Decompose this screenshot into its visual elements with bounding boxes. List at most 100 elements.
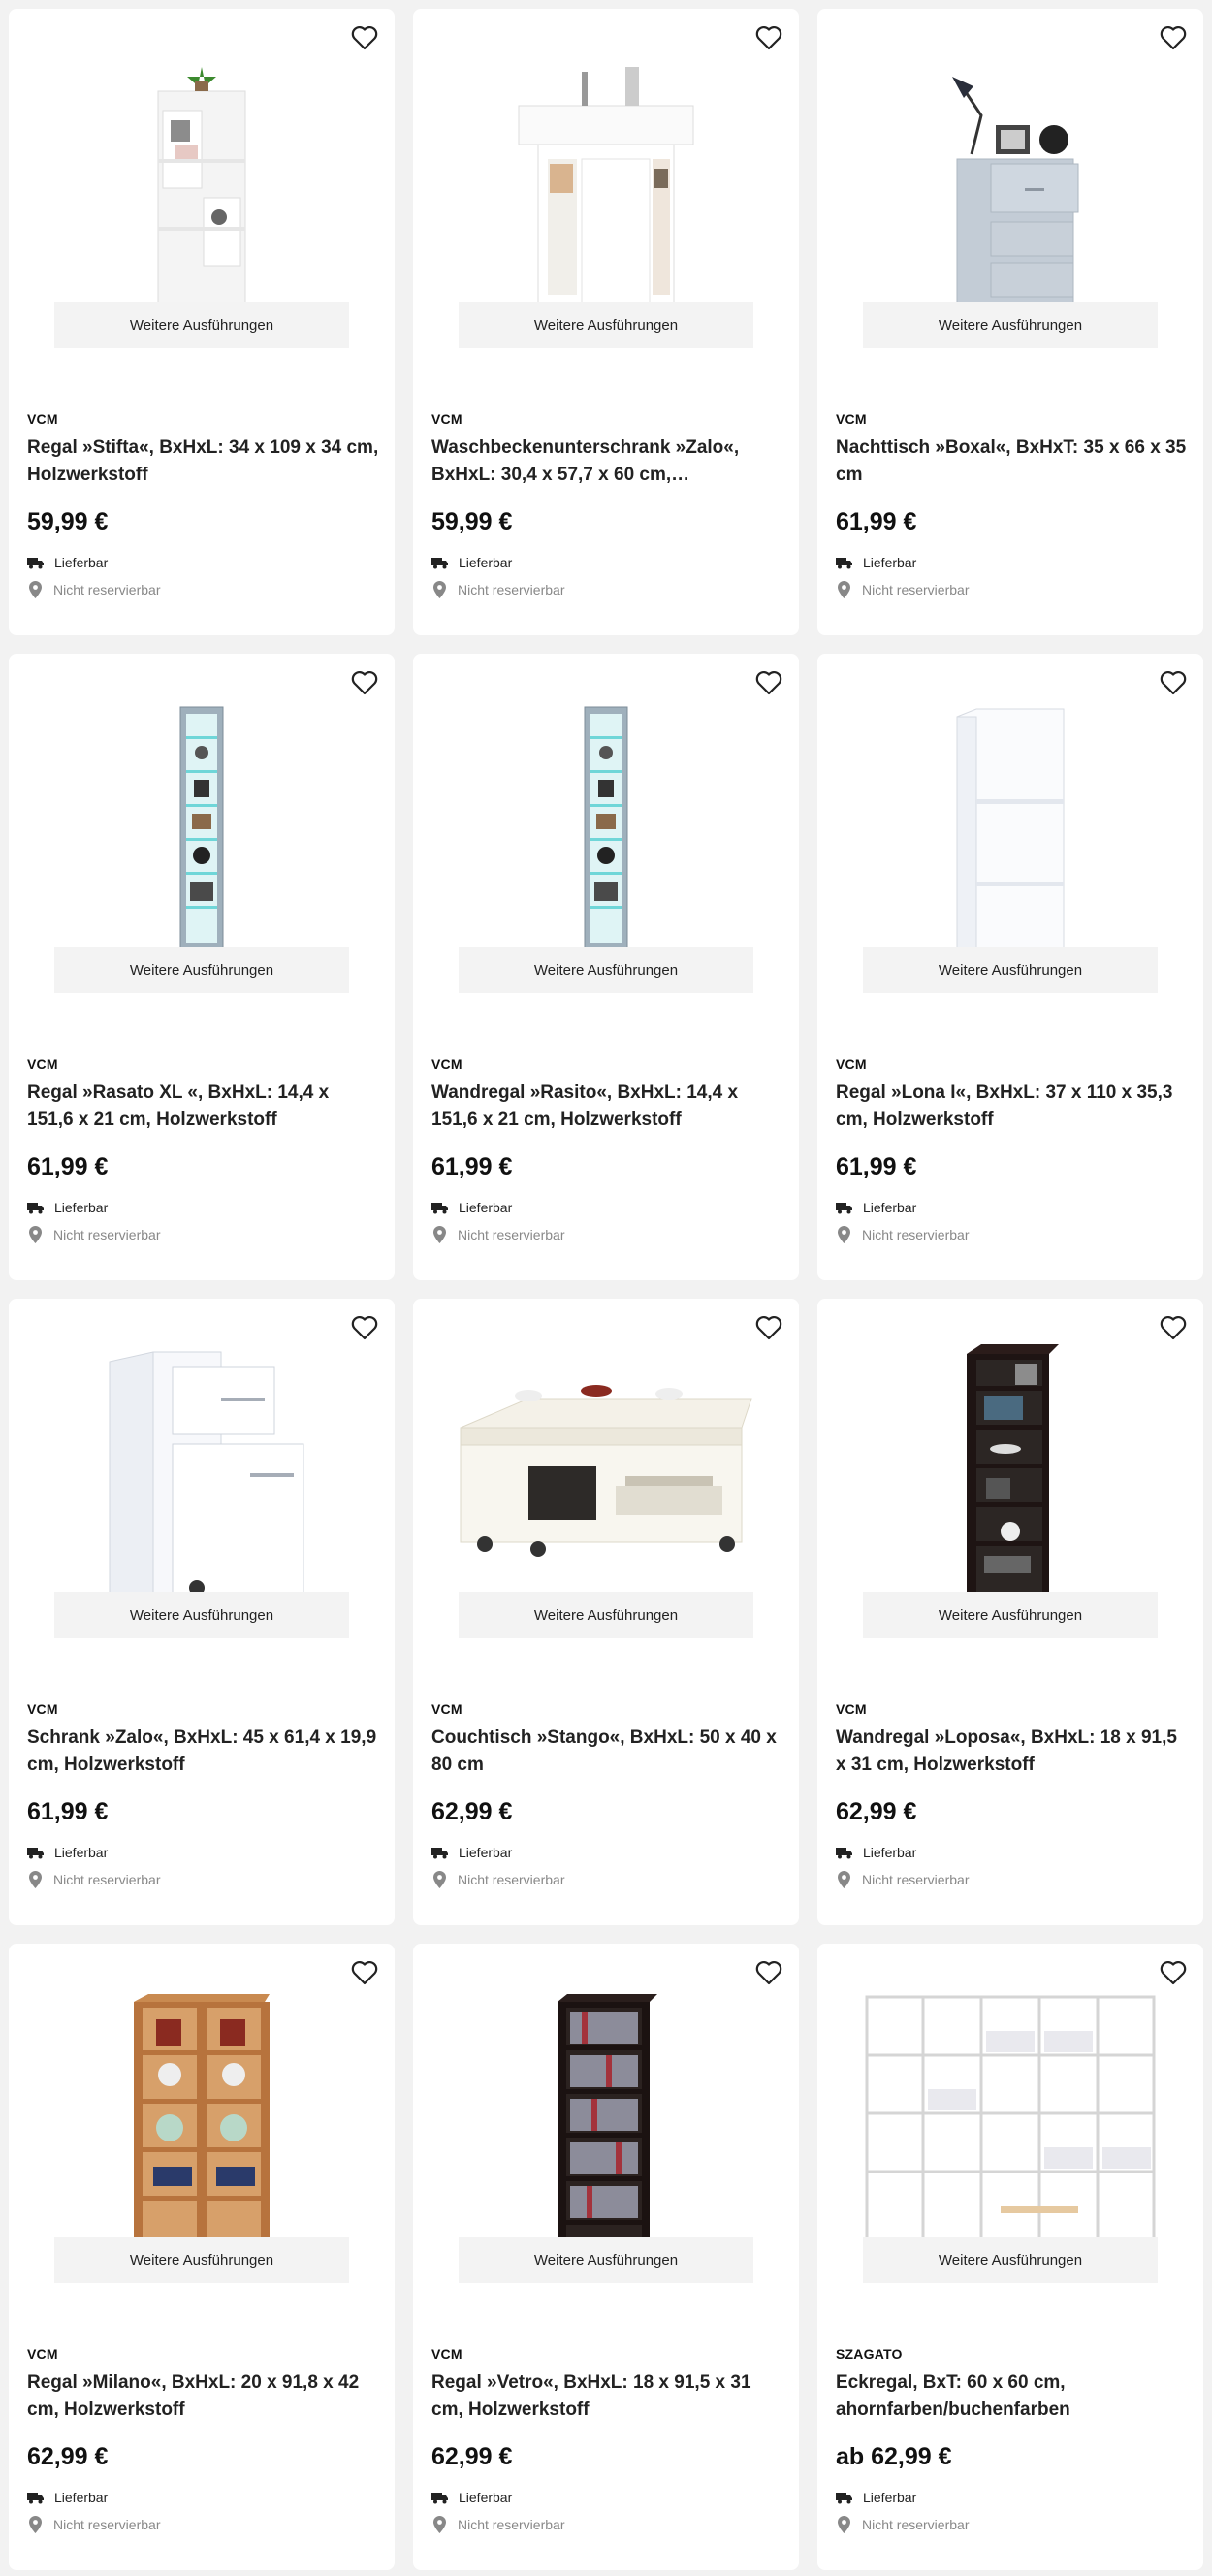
delivery-status: Lieferbar	[431, 1198, 783, 1217]
reserve-status: Nicht reservierbar	[27, 1225, 379, 1244]
product-title[interactable]: Couchtisch »Stango«, BxHxL: 50 x 40 x 80…	[431, 1724, 783, 1779]
wishlist-heart-icon[interactable]	[348, 667, 381, 698]
wishlist-heart-icon[interactable]	[1157, 22, 1190, 53]
more-variants-button[interactable]: Weitere Ausführungen	[54, 1592, 349, 1638]
product-card[interactable]: Weitere Ausführungen VCM Regal »Vetro«, …	[413, 1944, 799, 2570]
more-variants-button[interactable]: Weitere Ausführungen	[863, 947, 1158, 993]
wishlist-heart-icon[interactable]	[752, 22, 785, 53]
product-price: 62,99 €	[431, 2443, 513, 2470]
wishlist-heart-icon[interactable]	[752, 1957, 785, 1988]
truck-icon	[27, 1202, 44, 1213]
more-variants-button[interactable]: Weitere Ausführungen	[54, 947, 349, 993]
wishlist-heart-icon[interactable]	[348, 1312, 381, 1343]
delivery-status: Lieferbar	[836, 2488, 1188, 2507]
reserve-label: Nicht reservierbar	[53, 2517, 161, 2532]
reserve-status: Nicht reservierbar	[836, 1225, 1188, 1244]
product-image[interactable]	[817, 654, 1203, 950]
reserve-status: Nicht reservierbar	[431, 2515, 783, 2534]
product-title[interactable]: Wandregal »Rasito«, BxHxL: 14,4 x 151,6 …	[431, 1079, 783, 1134]
product-title[interactable]: Regal »Lona I«, BxHxL: 37 x 110 x 35,3 c…	[836, 1079, 1188, 1134]
truck-icon	[27, 1847, 44, 1858]
more-variants-button[interactable]: Weitere Ausführungen	[459, 947, 753, 993]
product-image[interactable]	[817, 9, 1203, 305]
reserve-status: Nicht reservierbar	[431, 1225, 783, 1244]
product-image[interactable]	[9, 9, 395, 305]
location-pin-icon	[433, 1226, 446, 1243]
delivery-status: Lieferbar	[27, 2488, 379, 2507]
brand-label: VCM	[27, 2346, 58, 2362]
location-pin-icon	[29, 2516, 42, 2533]
delivery-label: Lieferbar	[54, 1200, 109, 1215]
product-image[interactable]	[413, 1944, 799, 2239]
product-image[interactable]	[9, 654, 395, 950]
truck-icon	[431, 557, 448, 568]
more-variants-button[interactable]: Weitere Ausführungen	[54, 302, 349, 348]
product-image[interactable]	[413, 654, 799, 950]
product-title[interactable]: Waschbeckenunterschrank »Zalo«, BxHxL: 3…	[431, 435, 783, 489]
product-image[interactable]	[9, 1299, 395, 1594]
product-title[interactable]: Nachttisch »Boxal«, BxHxT: 35 x 66 x 35 …	[836, 435, 1188, 489]
more-variants-button[interactable]: Weitere Ausführungen	[459, 302, 753, 348]
white-drawer-cabinet-icon	[109, 1351, 304, 1594]
product-image[interactable]	[817, 1299, 1203, 1594]
product-title[interactable]: Regal »Rasato XL «, BxHxL: 14,4 x 151,6 …	[27, 1079, 379, 1134]
sink-cabinet-icon	[518, 67, 694, 305]
wishlist-heart-icon[interactable]	[752, 1312, 785, 1343]
more-variants-button[interactable]: Weitere Ausführungen	[54, 2237, 349, 2283]
wishlist-heart-icon[interactable]	[1157, 1312, 1190, 1343]
product-card[interactable]: Weitere Ausführungen VCM Wandregal »Rasi…	[413, 654, 799, 1280]
brand-label: VCM	[27, 411, 58, 427]
more-variants-button[interactable]: Weitere Ausführungen	[459, 2237, 753, 2283]
more-variants-button[interactable]: Weitere Ausführungen	[863, 2237, 1158, 2283]
product-title[interactable]: Regal »Milano«, BxHxL: 20 x 91,8 x 42 cm…	[27, 2369, 379, 2424]
brand-label: VCM	[27, 1701, 58, 1717]
product-title[interactable]: Schrank »Zalo«, BxHxL: 45 x 61,4 x 19,9 …	[27, 1724, 379, 1779]
more-variants-button[interactable]: Weitere Ausführungen	[863, 302, 1158, 348]
product-price: 59,99 €	[431, 508, 513, 535]
product-card[interactable]: Weitere Ausführungen VCM Schrank »Zalo«,…	[9, 1299, 395, 1925]
product-image[interactable]	[413, 9, 799, 305]
product-card[interactable]: Weitere Ausführungen VCM Regal »Lona I«,…	[817, 654, 1203, 1280]
product-card[interactable]: Weitere Ausführungen VCM Nachttisch »Box…	[817, 9, 1203, 635]
delivery-label: Lieferbar	[54, 555, 109, 570]
tall-glass-shelf-led-icon	[179, 706, 224, 950]
truck-icon	[836, 2492, 852, 2503]
brand-label: VCM	[836, 411, 867, 427]
product-title[interactable]: Wandregal »Loposa«, BxHxL: 18 x 91,5 x 3…	[836, 1724, 1188, 1779]
reserve-status: Nicht reservierbar	[836, 2515, 1188, 2534]
product-card[interactable]: Weitere Ausführungen VCM Waschbeckenunte…	[413, 9, 799, 635]
product-price: 62,99 €	[431, 1798, 513, 1825]
more-variants-button[interactable]: Weitere Ausführungen	[459, 1592, 753, 1638]
tall-glass-shelf-led-icon	[584, 706, 628, 950]
product-title[interactable]: Eckregal, BxT: 60 x 60 cm, ahornfarben/b…	[836, 2369, 1188, 2424]
delivery-status: Lieferbar	[836, 1843, 1188, 1862]
wishlist-heart-icon[interactable]	[752, 667, 785, 698]
product-title[interactable]: Regal »Vetro«, BxHxL: 18 x 91,5 x 31 cm,…	[431, 2369, 783, 2424]
reserve-label: Nicht reservierbar	[458, 2517, 565, 2532]
product-card[interactable]: Weitere Ausführungen SZAGATO Eckregal, B…	[817, 1944, 1203, 2570]
product-card[interactable]: Weitere Ausführungen VCM Couchtisch »Sta…	[413, 1299, 799, 1925]
location-pin-icon	[433, 581, 446, 598]
delivery-label: Lieferbar	[459, 2490, 513, 2505]
product-image[interactable]	[817, 1944, 1203, 2239]
product-card[interactable]: Weitere Ausführungen VCM Regal »Stifta«,…	[9, 9, 395, 635]
product-image[interactable]	[413, 1299, 799, 1594]
product-title[interactable]: Regal »Stifta«, BxHxL: 34 x 109 x 34 cm,…	[27, 435, 379, 489]
black-dvd-tower-icon	[558, 1994, 657, 2239]
product-card[interactable]: Weitere Ausführungen VCM Regal »Milano«,…	[9, 1944, 395, 2570]
wishlist-heart-icon[interactable]	[1157, 1957, 1190, 1988]
truck-icon	[431, 1847, 448, 1858]
wishlist-heart-icon[interactable]	[348, 22, 381, 53]
product-card[interactable]: Weitere Ausführungen VCM Wandregal »Lopo…	[817, 1299, 1203, 1925]
reserve-label: Nicht reservierbar	[862, 1227, 970, 1242]
wishlist-heart-icon[interactable]	[1157, 667, 1190, 698]
product-card[interactable]: Weitere Ausführungen VCM Regal »Rasato X…	[9, 654, 395, 1280]
delivery-label: Lieferbar	[863, 1845, 917, 1860]
reserve-label: Nicht reservierbar	[458, 1227, 565, 1242]
wishlist-heart-icon[interactable]	[348, 1957, 381, 1988]
more-variants-button[interactable]: Weitere Ausführungen	[863, 1592, 1158, 1638]
grey-drawer-nightstand-lamp-icon	[952, 77, 1079, 305]
brand-label: SZAGATO	[836, 2346, 903, 2362]
location-pin-icon	[838, 1871, 850, 1888]
product-image[interactable]	[9, 1944, 395, 2239]
